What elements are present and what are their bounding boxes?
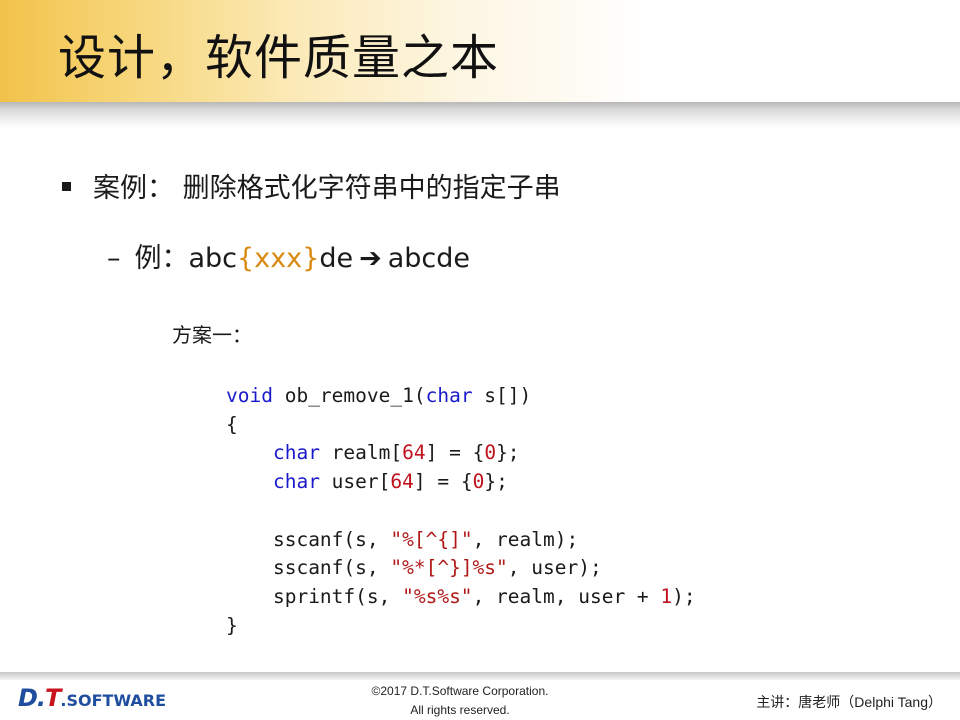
bullet-case: 案例： 删除格式化字符串中的指定子串 [62, 166, 561, 205]
code-line-6: sscanf(s, "%[^{]", realm); [272, 527, 579, 551]
example-post: de [319, 243, 354, 274]
copyright: ©2017 D.T.Software Corporation. All righ… [300, 682, 620, 720]
code-line-9: } [226, 613, 238, 637]
plan-label: 方案一： [172, 323, 252, 347]
code-line-2: { [226, 412, 238, 436]
square-bullet-icon [62, 182, 71, 191]
dash-bullet: – [107, 243, 121, 274]
code-line-3: char realm[64] = {0}; [272, 441, 520, 465]
example-highlight: {xxx} [237, 243, 320, 274]
code-line-4: char user[64] = {0}; [272, 470, 508, 494]
bullet-text: 案例： 删除格式化字符串中的指定子串 [93, 173, 561, 204]
lecturer-credit: 主讲：唐老师（Delphi Tang） [756, 694, 942, 710]
dt-software-logo: D.T.SOFTWARE [18, 684, 167, 712]
code-line-8: sprintf(s, "%s%s", realm, user + 1); [272, 584, 696, 608]
code-line-7: sscanf(s, "%*[^}]%s", user); [272, 556, 602, 580]
title-shadow [0, 102, 960, 128]
sub-bullet-example: – 例：abc{xxx}de ➔ abcde [107, 236, 470, 275]
code-line-1: void ob_remove_1(char s[]) [226, 384, 532, 407]
example-label: 例： [134, 243, 189, 274]
code-block: void ob_remove_1(char s[]) { char realm[… [226, 382, 696, 640]
footer-bar [0, 672, 960, 680]
copyright-line-1: ©2017 D.T.Software Corporation. [371, 684, 549, 698]
copyright-line-2: All rights reserved. [410, 703, 510, 717]
slide-title: 设计，软件质量之本 [58, 30, 500, 86]
arrow-right-icon: ➔ [359, 243, 382, 274]
example-pre: abc [188, 243, 238, 274]
example-result: abcde [387, 243, 470, 274]
